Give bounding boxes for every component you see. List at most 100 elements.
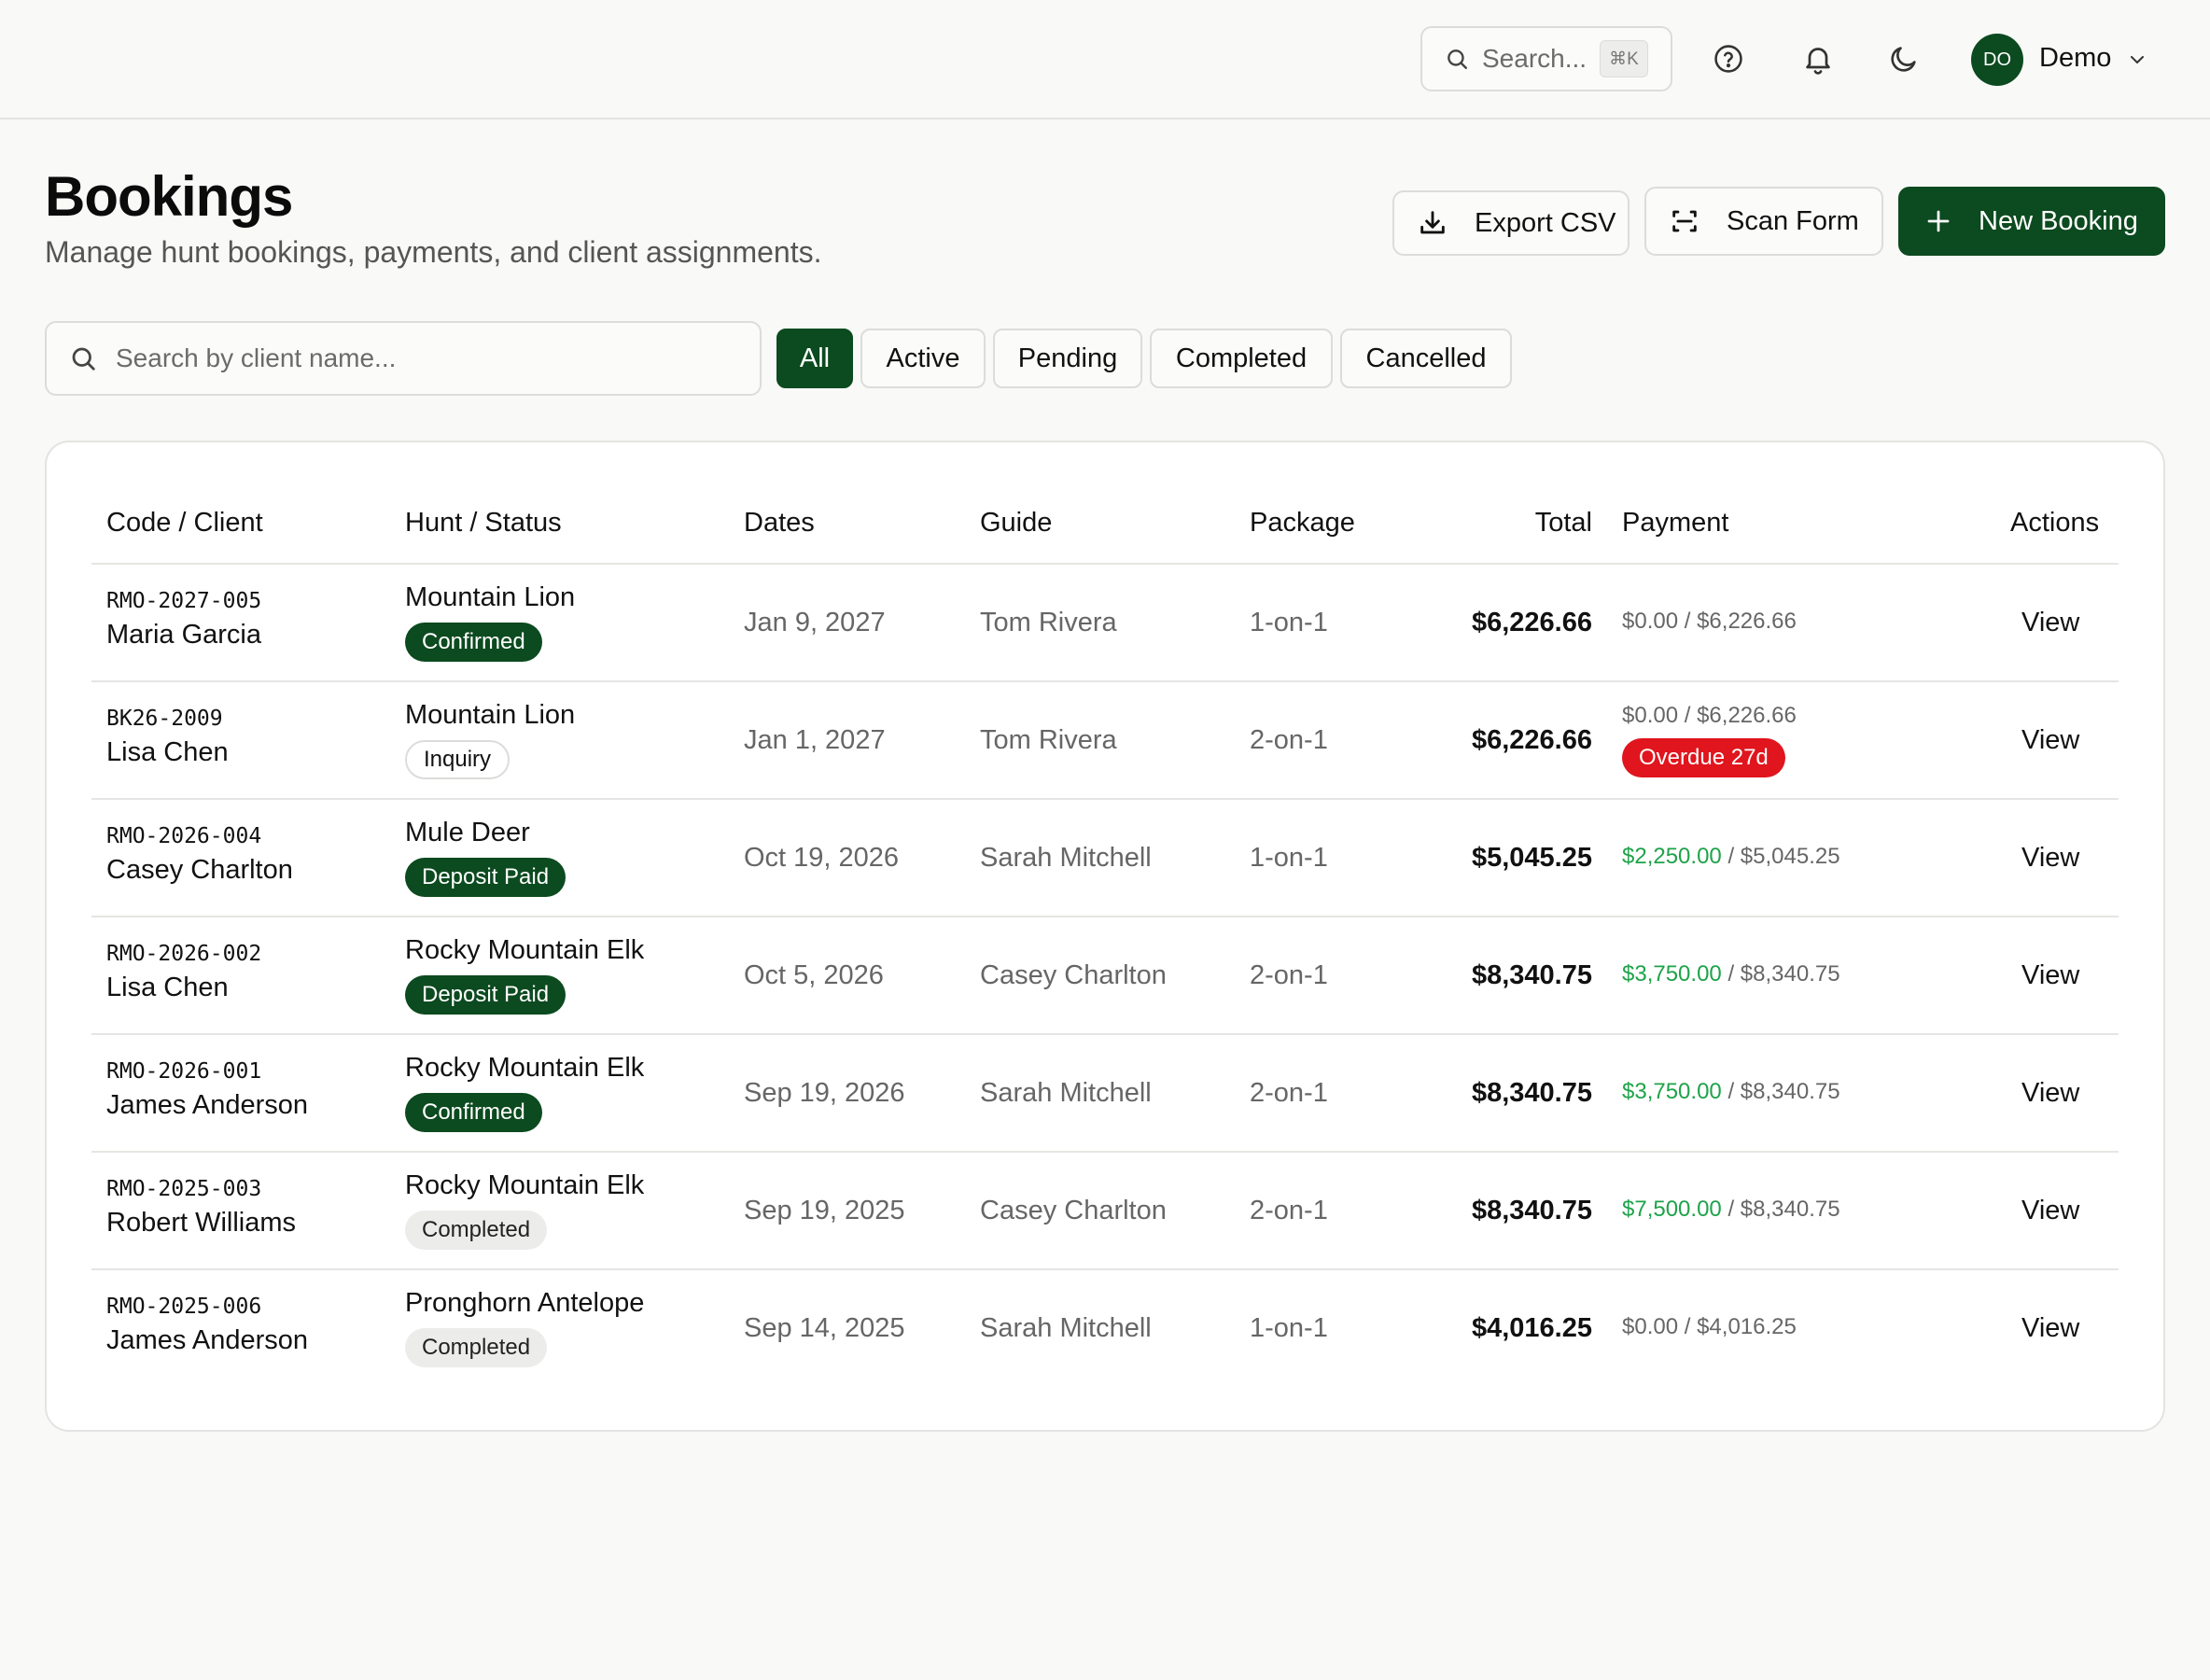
payment-separator: /: [1721, 1197, 1741, 1222]
booking-date: Oct 19, 2026: [744, 843, 900, 873]
top-bar: Search... ⌘K DO Demo: [0, 0, 2210, 119]
view-booking-link[interactable]: View: [2021, 1196, 2079, 1226]
package-type: 2-on-1: [1250, 1196, 1328, 1225]
view-booking-link[interactable]: View: [2021, 843, 2079, 874]
booking-code: RMO-2027-005: [106, 589, 262, 613]
row-divider: [91, 1268, 2119, 1270]
header-divider: [91, 563, 2119, 565]
booking-code: RMO-2026-001: [106, 1059, 262, 1084]
client-name: Lisa Chen: [106, 973, 229, 1002]
search-icon: [1448, 49, 1467, 69]
client-name: Casey Charlton: [106, 855, 293, 885]
guide-name: Sarah Mitchell: [980, 1313, 1152, 1343]
view-booking-link[interactable]: View: [2021, 608, 2079, 638]
global-search[interactable]: Search... ⌘K: [1420, 26, 1672, 91]
client-search-placeholder: Search by client name...: [116, 343, 397, 372]
client-name: Lisa Chen: [106, 737, 229, 767]
page-title: Bookings: [45, 165, 293, 228]
filter-chip-all[interactable]: All: [776, 329, 853, 388]
filter-chip-cancelled[interactable]: Cancelled: [1340, 329, 1512, 388]
filter-chip-completed[interactable]: Completed: [1150, 329, 1333, 388]
package-type: 2-on-1: [1250, 1078, 1328, 1108]
amount-due: $4,016.25: [1697, 1314, 1797, 1339]
column-header-total[interactable]: Total: [1368, 508, 1592, 539]
booking-code: RMO-2025-003: [106, 1177, 262, 1201]
guide-name: Tom Rivera: [980, 725, 1117, 755]
guide-name: Sarah Mitchell: [980, 843, 1152, 873]
booking-total: $8,340.75: [1471, 1196, 1592, 1225]
shortcut-badge: ⌘K: [1600, 40, 1648, 77]
status-badge: Completed: [405, 1211, 548, 1250]
overdue-badge: Overdue 27d: [1622, 738, 1785, 777]
export-csv-label: Export CSV: [1475, 207, 1616, 238]
column-header-dates[interactable]: Dates: [744, 508, 815, 539]
hunt-name: Mountain Lion: [405, 700, 576, 730]
status-badge: Inquiry: [405, 740, 511, 779]
guide-name: Casey Charlton: [980, 1196, 1167, 1225]
booking-code: RMO-2025-006: [106, 1295, 262, 1319]
client-name: Robert Williams: [106, 1208, 297, 1238]
status-badge: Confirmed: [405, 1093, 542, 1132]
view-booking-link[interactable]: View: [2021, 725, 2079, 756]
client-search-input[interactable]: Search by client name...: [45, 321, 762, 396]
payment-progress: $0.00 / $4,016.25: [1622, 1314, 1797, 1340]
amount-paid: $0.00: [1622, 703, 1679, 728]
amount-paid: $3,750.00: [1622, 1079, 1722, 1104]
column-header-guide[interactable]: Guide: [980, 508, 1052, 539]
booking-total: $8,340.75: [1471, 960, 1592, 990]
filter-chip-pending[interactable]: Pending: [993, 329, 1142, 388]
guide-name: Tom Rivera: [980, 608, 1117, 637]
new-booking-button[interactable]: New Booking: [1898, 187, 2165, 256]
package-type: 2-on-1: [1250, 960, 1328, 990]
amount-paid: $0.00: [1622, 1314, 1679, 1339]
payment-separator: /: [1721, 1079, 1741, 1104]
moon-icon[interactable]: [1885, 40, 1923, 77]
column-header-package[interactable]: Package: [1250, 508, 1355, 539]
payment-progress: $3,750.00 / $8,340.75: [1622, 961, 1840, 987]
help-icon[interactable]: [1710, 40, 1747, 77]
amount-due: $8,340.75: [1740, 1197, 1840, 1222]
amount-paid: $7,500.00: [1622, 1197, 1722, 1222]
booking-code: RMO-2026-004: [106, 824, 262, 848]
column-header-payment[interactable]: Payment: [1622, 508, 1728, 539]
view-booking-link[interactable]: View: [2021, 1313, 2079, 1344]
status-badge: Deposit Paid: [405, 858, 566, 897]
filter-chip-active[interactable]: Active: [860, 329, 986, 388]
page-subtitle: Manage hunt bookings, payments, and clie…: [45, 235, 822, 269]
booking-date: Sep 14, 2025: [744, 1313, 905, 1343]
chevron-down-icon[interactable]: [2126, 49, 2148, 71]
status-badge: Deposit Paid: [405, 975, 566, 1015]
bell-icon[interactable]: [1799, 40, 1837, 77]
client-name: James Anderson: [106, 1090, 309, 1120]
view-booking-link[interactable]: View: [2021, 960, 2079, 991]
avatar[interactable]: DO: [1971, 34, 2023, 86]
amount-due: $6,226.66: [1697, 609, 1797, 634]
amount-due: $8,340.75: [1740, 1079, 1840, 1104]
package-type: 1-on-1: [1250, 1313, 1328, 1343]
payment-progress: $2,250.00 / $5,045.25: [1622, 844, 1840, 870]
payment-separator: /: [1678, 1314, 1698, 1339]
package-type: 1-on-1: [1250, 608, 1328, 637]
client-name: Maria Garcia: [106, 620, 261, 650]
booking-code: BK26-2009: [106, 707, 223, 731]
status-badge: Completed: [405, 1328, 548, 1367]
export-csv-button[interactable]: Export CSV: [1392, 190, 1630, 256]
scan-form-button[interactable]: Scan Form: [1644, 187, 1883, 256]
booking-date: Jan 9, 2027: [744, 608, 886, 637]
bookings-table-card: [45, 441, 2165, 1432]
package-type: 2-on-1: [1250, 725, 1328, 755]
booking-date: Oct 5, 2026: [744, 960, 884, 990]
status-badge: Confirmed: [405, 623, 542, 662]
column-header-code-client[interactable]: Code / Client: [106, 508, 263, 539]
payment-progress: $0.00 / $6,226.66: [1622, 703, 1797, 729]
client-name: James Anderson: [106, 1325, 309, 1355]
view-booking-link[interactable]: View: [2021, 1078, 2079, 1109]
row-divider: [91, 1151, 2119, 1153]
column-header-hunt-status[interactable]: Hunt / Status: [405, 508, 562, 539]
booking-total: $5,045.25: [1471, 843, 1592, 873]
booking-total: $6,226.66: [1471, 608, 1592, 637]
amount-due: $5,045.25: [1740, 844, 1840, 869]
amount-paid: $0.00: [1622, 609, 1679, 634]
column-header-actions: Actions: [2010, 508, 2100, 538]
user-name[interactable]: Demo: [2039, 43, 2111, 74]
